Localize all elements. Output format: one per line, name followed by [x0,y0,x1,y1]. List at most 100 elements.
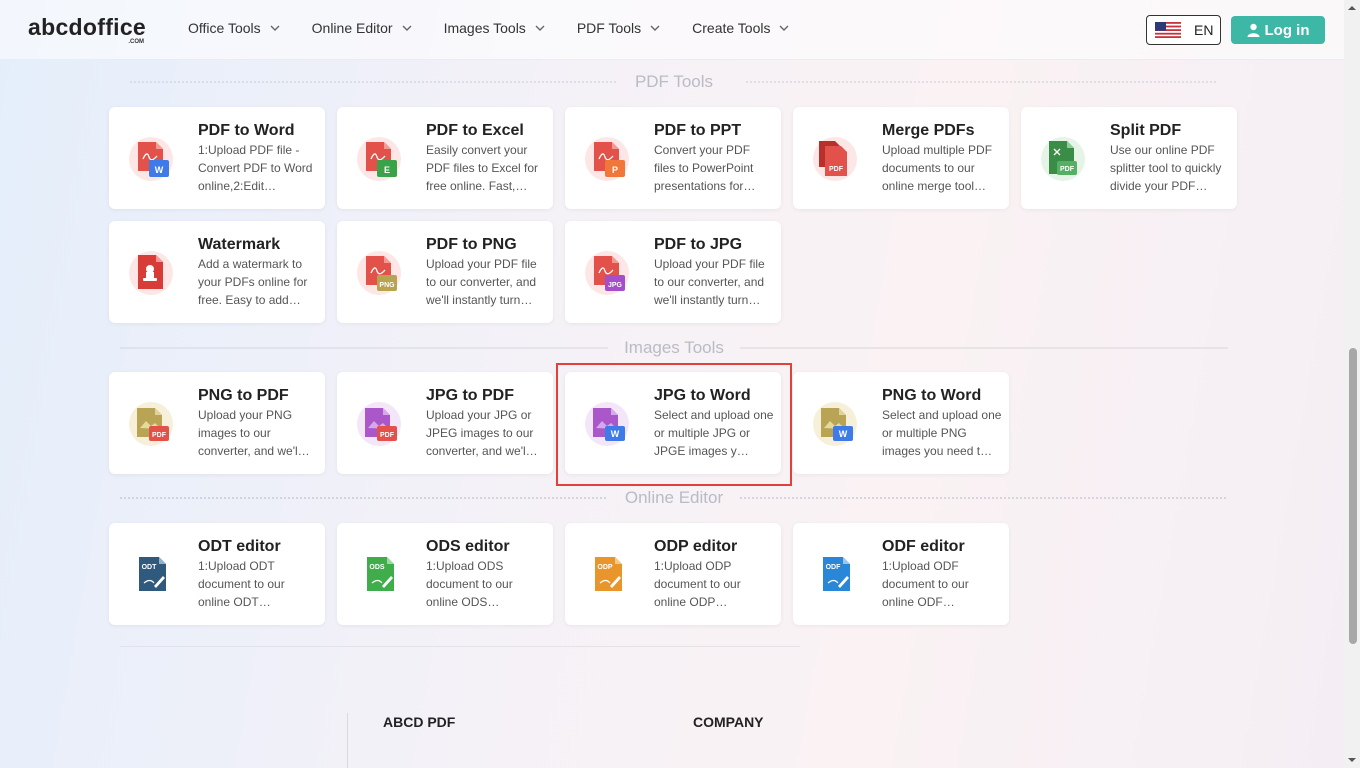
svg-text:E: E [384,165,390,175]
tool-title: PDF to PNG [426,236,517,253]
tool-description: Upload multiple PDF documents to our onl… [882,143,993,193]
language-code: EN [1194,22,1214,38]
jpg-to-pdf-icon: PDF [357,402,401,446]
scroll-up-arrow-icon[interactable] [1347,4,1357,12]
scroll-down-arrow-icon[interactable] [1347,756,1357,764]
site-logo[interactable]: abcdoffice .COM [28,14,148,46]
svg-text:P: P [612,165,618,175]
tool-card-odt-editor[interactable]: ODT ODT editor 1:Upload ODT document to … [109,523,325,625]
tool-title: PNG to PDF [198,387,289,404]
tool-card-split-pdf[interactable]: PDF Split PDF Use our online PDF splitte… [1021,107,1237,209]
tool-description: 1:Upload ODT document to our online ODT… [198,559,285,609]
tool-title: JPG to Word [654,387,751,404]
svg-text:PDF: PDF [1060,166,1075,173]
svg-text:PNG: PNG [379,282,395,289]
split-pdf-icon: PDF [1041,137,1085,181]
pdf-to-ppt-icon: P [585,137,629,181]
tool-title: ODT editor [198,538,281,555]
nav-label: PDF Tools [576,20,642,36]
scrollbar-thumb[interactable] [1349,348,1357,644]
svg-text:JPG: JPG [608,282,623,289]
chevron-down-icon [270,25,280,31]
tool-description: Upload your PDF file to our converter, a… [426,257,537,307]
nav-create-tools[interactable]: Create Tools [692,20,791,36]
nav-label: Create Tools [692,20,771,36]
tool-description: 1:Upload ODS document to our online ODS… [426,559,513,609]
footer-divider [120,646,800,647]
svg-text:W: W [155,165,164,175]
tool-description: Upload your PNG images to our converter,… [198,408,310,458]
tool-title: Watermark [198,236,281,253]
footer-heading-company: COMPANY [693,714,764,730]
tool-title: PDF to Word [198,122,295,139]
tool-card-png-to-word[interactable]: W PNG to Word Select and upload one or m… [793,372,1009,474]
tool-title: Split PDF [1110,122,1182,139]
tool-title: ODF editor [882,538,965,555]
tool-description: Upload your JPG or JPEG images to our co… [426,408,538,458]
odp-editor-icon: ODP [595,557,622,591]
tool-title: PDF to Excel [426,122,524,139]
svg-text:PDF: PDF [152,432,167,439]
chevron-down-icon [535,25,545,31]
section-title: Online Editor [624,488,724,507]
pdf-to-png-icon: PNG [357,251,401,295]
watermark-icon [129,251,173,295]
tool-description: Convert your PDF files to PowerPoint pre… [654,143,756,193]
odf-editor-icon: ODF [823,557,850,591]
nav-label: Images Tools [443,20,526,36]
tool-title: ODS editor [426,538,510,555]
tool-description: Select and upload one or multiple PNG im… [882,408,1002,458]
main-nav: Office Tools Online Editor Images Tools … [188,20,821,36]
language-selector[interactable]: EN [1146,15,1221,45]
section-heading-images-tools: Images Tools [120,338,1228,358]
tool-card-pdf-to-png[interactable]: PNG PDF to PNG Upload your PDF file to o… [337,221,553,323]
tool-title: PNG to Word [882,387,982,404]
tool-card-odp-editor[interactable]: ODP ODP editor 1:Upload ODP document to … [565,523,781,625]
tool-card-pdf-to-excel[interactable]: E PDF to Excel Easily convert your PDF f… [337,107,553,209]
tool-title: PDF to JPG [654,236,743,253]
section-heading-online-editor: Online Editor [120,488,1228,508]
svg-text:ODS: ODS [369,564,385,571]
tool-description: 1:Upload ODP document to our online ODP… [654,559,741,609]
svg-text:ODT: ODT [142,564,158,571]
section-heading-pdf-tools: PDF Tools [120,72,1228,92]
tool-card-jpg-to-word[interactable]: W JPG to Word Select and upload one or m… [565,372,781,474]
nav-label: Online Editor [311,20,393,36]
chevron-down-icon [650,25,660,31]
tool-title: PDF to PPT [654,122,742,139]
png-to-pdf-icon: PDF [129,402,173,446]
chevron-down-icon [779,25,789,31]
pdf-to-word-icon: W [129,137,173,181]
ods-editor-icon: ODS [367,557,394,591]
nav-online-editor[interactable]: Online Editor [312,20,414,36]
login-button[interactable]: Log in [1231,16,1325,44]
logo-suffix: .COM [128,39,144,45]
nav-pdf-tools[interactable]: PDF Tools [577,20,662,36]
tool-card-pdf-to-jpg[interactable]: JPG PDF to JPG Upload your PDF file to o… [565,221,781,323]
tool-card-pdf-to-word[interactable]: W PDF to Word 1:Upload PDF file - Conver… [109,107,325,209]
tool-description: 1:Upload PDF file - Convert PDF to Word … [198,143,313,193]
svg-text:PDF: PDF [380,432,395,439]
tool-title: ODP editor [654,538,738,555]
jpg-to-word-icon: W [585,402,629,446]
tool-card-jpg-to-pdf[interactable]: PDF JPG to PDF Upload your JPG or JPEG i… [337,372,553,474]
tool-card-odf-editor[interactable]: ODF ODF editor 1:Upload ODF document to … [793,523,1009,625]
user-icon [1247,23,1259,37]
section-title: PDF Tools [634,72,714,91]
tool-card-png-to-pdf[interactable]: PDF PNG to PDF Upload your PNG images to… [109,372,325,474]
tool-card-ods-editor[interactable]: ODS ODS editor 1:Upload ODS document to … [337,523,553,625]
chevron-down-icon [402,25,412,31]
pdf-to-jpg-icon: JPG [585,251,629,295]
tool-card-pdf-to-ppt[interactable]: P PDF to PPT Convert your PDF files to P… [565,107,781,209]
tool-card-merge-pdfs[interactable]: PDF Merge PDFs Upload multiple PDF docum… [793,107,1009,209]
nav-office-tools[interactable]: Office Tools [188,20,282,36]
nav-images-tools[interactable]: Images Tools [444,20,547,36]
merge-pdfs-icon: PDF [813,137,857,181]
us-flag-icon [1155,22,1181,38]
png-to-word-icon: W [813,402,857,446]
tool-card-watermark[interactable]: Watermark Add a watermark to your PDFs o… [109,221,325,323]
odt-editor-icon: ODT [139,557,166,591]
top-header: abcdoffice .COM Office Tools Online Edit… [0,0,1344,60]
svg-text:W: W [611,429,620,439]
svg-text:ODP: ODP [597,564,613,571]
